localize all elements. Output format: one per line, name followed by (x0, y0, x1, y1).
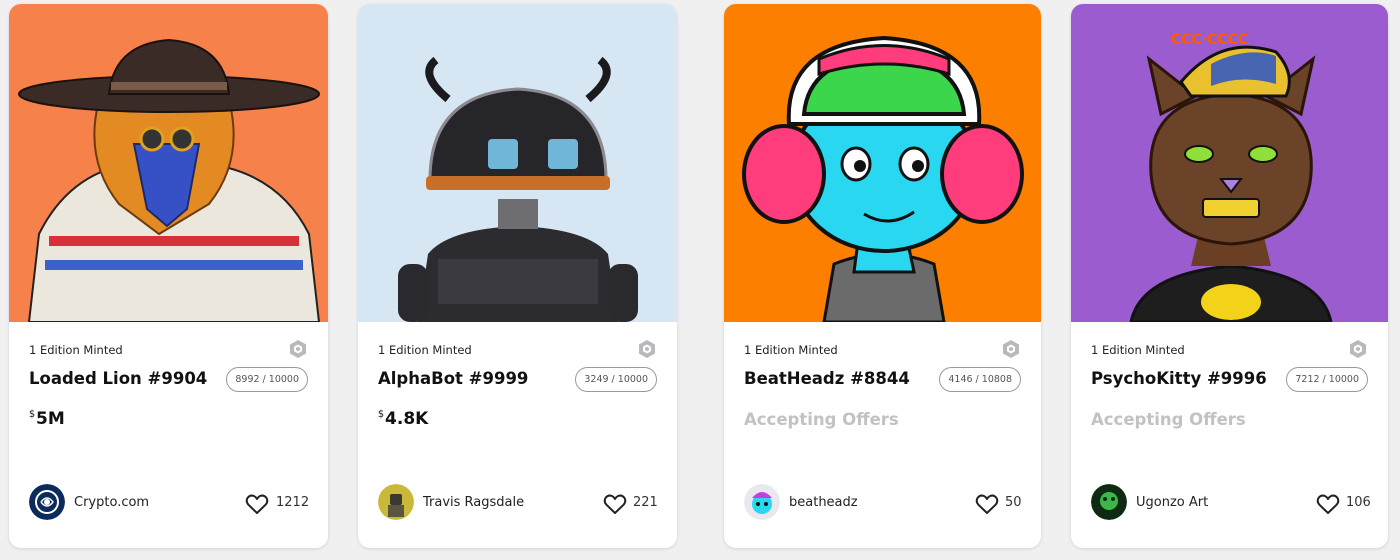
like-count: 221 (633, 495, 658, 510)
like-count: 50 (1005, 495, 1022, 510)
supply-badge: 7212 / 10000 (1286, 367, 1368, 392)
price-currency: $ (378, 409, 385, 420)
nft-artwork[interactable] (358, 4, 677, 322)
nft-card[interactable]: 1 Edition Minted Loaded Lion #9904 8992 … (9, 4, 328, 548)
nft-title[interactable]: Loaded Lion #9904 (29, 369, 207, 388)
nft-title[interactable]: BeatHeadz #8844 (744, 369, 910, 388)
nft-card[interactable]: 1 Edition Minted BeatHeadz #8844 4146 / … (724, 4, 1041, 548)
creator-name[interactable]: Ugonzo Art (1136, 495, 1208, 510)
like-count: 1212 (276, 495, 310, 510)
edition-label: 1 Edition Minted (744, 343, 838, 357)
heart-icon[interactable] (603, 493, 627, 515)
nft-title[interactable]: PsychoKitty #9996 (1091, 369, 1267, 388)
like-count: 106 (1346, 495, 1371, 510)
nft-card[interactable]: CCC·CCCC 1 Edition Minted PsychoKitty #9… (1071, 4, 1388, 548)
creator-avatar[interactable] (378, 484, 414, 520)
price: $4.8K (378, 409, 428, 429)
svg-text:CCC·CCCC: CCC·CCCC (1171, 32, 1248, 48)
nft-title[interactable]: AlphaBot #9999 (378, 369, 528, 388)
heart-icon[interactable] (1316, 493, 1340, 515)
supply-badge: 8992 / 10000 (226, 367, 308, 392)
price-value: 4.8K (385, 409, 429, 429)
creator-avatar[interactable] (29, 484, 65, 520)
heart-icon[interactable] (975, 493, 999, 515)
hexagon-chain-icon (290, 340, 306, 358)
supply-badge: 4146 / 10808 (939, 367, 1021, 392)
price-value: 5M (36, 409, 65, 429)
nft-artwork[interactable]: CCC·CCCC (1071, 4, 1388, 322)
price: $5M (29, 409, 65, 429)
accepting-offers-status: Accepting Offers (1091, 410, 1246, 429)
heart-icon[interactable] (245, 493, 269, 515)
edition-label: 1 Edition Minted (378, 343, 472, 357)
hexagon-chain-icon (1350, 340, 1366, 358)
creator-avatar[interactable] (744, 484, 780, 520)
creator-name[interactable]: Travis Ragsdale (423, 495, 524, 510)
creator-name[interactable]: beatheadz (789, 495, 858, 510)
nft-artwork[interactable] (9, 4, 328, 322)
price-currency: $ (29, 409, 36, 420)
creator-name[interactable]: Crypto.com (74, 495, 149, 510)
supply-badge: 3249 / 10000 (575, 367, 657, 392)
creator-avatar[interactable] (1091, 484, 1127, 520)
nft-artwork[interactable] (724, 4, 1041, 322)
hexagon-chain-icon (639, 340, 655, 358)
hexagon-chain-icon (1003, 340, 1019, 358)
nft-card[interactable]: 1 Edition Minted AlphaBot #9999 3249 / 1… (358, 4, 677, 548)
edition-label: 1 Edition Minted (29, 343, 123, 357)
edition-label: 1 Edition Minted (1091, 343, 1185, 357)
accepting-offers-status: Accepting Offers (744, 410, 899, 429)
